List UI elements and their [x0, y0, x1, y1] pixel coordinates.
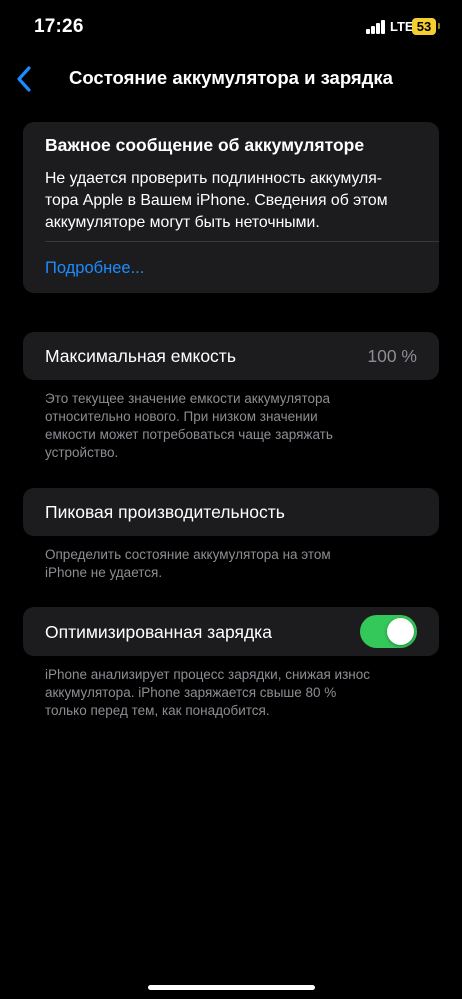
- cellular-signal-icon: [366, 20, 386, 34]
- nav-bar: Состояние аккумулятора и зарядка: [0, 56, 462, 100]
- max-capacity-label: Максимальная емкость: [45, 346, 236, 366]
- network-type: LTE: [390, 19, 414, 34]
- peak-performance-row[interactable]: Пиковая производительность: [23, 488, 439, 536]
- max-capacity-footnote: Это текущее значение емкости аккумулятор…: [45, 390, 405, 462]
- page-title: Состояние аккумулятора и зарядка: [69, 67, 393, 88]
- battery-tip: [438, 23, 440, 29]
- footnote-line: Определить состояние аккумулятора на это…: [45, 547, 331, 562]
- battery-alert-card: Важное сообщение об аккумуляторе Не удае…: [23, 122, 439, 293]
- optimized-charging-toggle[interactable]: [360, 615, 417, 648]
- footnote-line: относительно нового. При низком значении: [45, 409, 318, 424]
- alert-title: Важное сообщение об аккумуляторе: [45, 135, 365, 155]
- optimized-charging-row: Оптимизированная зарядка: [23, 607, 439, 656]
- alert-body: Не удается проверить подлинность аккумул…: [45, 168, 425, 234]
- footnote-line: только перед тем, как понадобится.: [45, 703, 270, 718]
- max-capacity-value: 100 %: [367, 346, 417, 366]
- optimized-charging-footnote: iPhone анализирует процесс зарядки, сниж…: [45, 666, 425, 720]
- home-indicator[interactable]: [148, 985, 315, 990]
- divider: [45, 241, 439, 242]
- max-capacity-row: Максимальная емкость 100 %: [23, 332, 439, 380]
- footnote-line: iPhone анализирует процесс зарядки, сниж…: [45, 667, 371, 682]
- footnote-line: емкости может потребоваться чаще заряжат…: [45, 427, 333, 442]
- alert-body-line: Не удается проверить подлинность аккумул…: [45, 170, 383, 187]
- alert-body-line: тора Apple в Вашем iPhone. Сведения об э…: [45, 192, 388, 209]
- alert-body-line: аккумуляторе могут быть неточными.: [45, 214, 320, 231]
- status-time: 17:26: [34, 16, 84, 37]
- battery-level: 53: [416, 19, 432, 34]
- status-bar: 17:26 LTE 53: [0, 0, 462, 56]
- footnote-line: Это текущее значение емкости аккумулятор…: [45, 391, 330, 406]
- optimized-charging-label: Оптимизированная зарядка: [45, 622, 272, 642]
- footnote-line: устройство.: [45, 445, 119, 460]
- battery-icon: 53: [412, 18, 436, 35]
- peak-performance-footnote: Определить состояние аккумулятора на это…: [45, 546, 405, 582]
- footnote-line: iPhone не удается.: [45, 565, 163, 580]
- peak-performance-label: Пиковая производительность: [45, 502, 285, 522]
- more-info-link[interactable]: Подробнее...: [45, 259, 144, 278]
- toggle-knob: [387, 618, 414, 645]
- footnote-line: аккумулятора. iPhone заряжается свыше 80…: [45, 685, 337, 700]
